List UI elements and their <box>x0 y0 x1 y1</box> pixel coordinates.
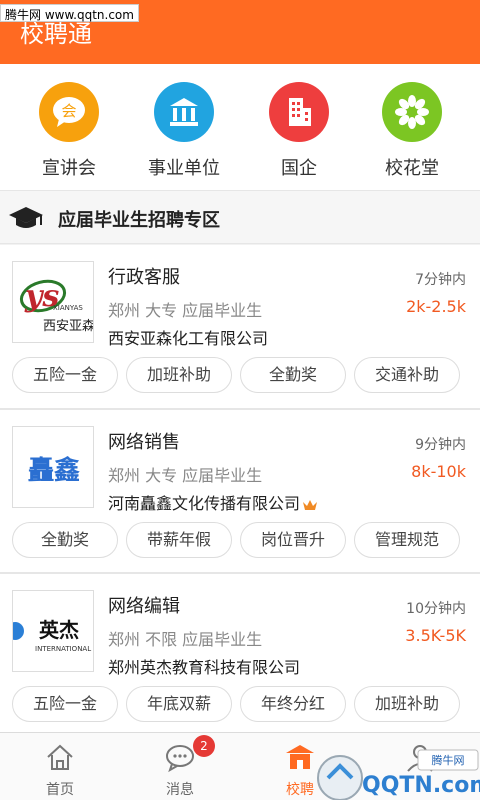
institution-icon <box>154 82 214 142</box>
watermark-bottom: QQTN.com 腾牛网 <box>317 749 480 800</box>
company-name: 河南矗鑫文化传播有限公司 <box>108 490 318 514</box>
section-title: 应届毕业生招聘专区 <box>58 210 220 231</box>
benefit-tags: 五险一金 年底双薪 年终分红 加班补助 <box>12 686 472 722</box>
job-title: 网络销售 <box>108 432 180 453</box>
quick-label: 宣讲会 <box>42 158 96 179</box>
chat-icon <box>166 745 194 773</box>
post-time: 10分钟内 <box>406 601 466 617</box>
job-requirements: 郑州 大专 应届毕业生 <box>108 466 263 485</box>
job-title: 网络编辑 <box>108 596 180 617</box>
benefit-tag[interactable]: 岗位晋升 <box>240 522 346 558</box>
benefit-tag[interactable]: 加班补助 <box>354 686 460 722</box>
benefit-tag[interactable]: 交通补助 <box>354 357 460 393</box>
graduation-cap-icon <box>9 207 43 228</box>
job-requirements: 郑州 大专 应届毕业生 <box>108 301 263 320</box>
watermark-brand: 腾牛网 <box>432 753 465 767</box>
home-icon <box>47 744 73 770</box>
flower-icon <box>382 82 442 142</box>
logo-text: 西安亚森 <box>43 319 94 334</box>
company-logo: ys XIANYAS 西安亚森 <box>12 261 94 343</box>
benefit-tag[interactable]: 五险一金 <box>12 357 118 393</box>
section-header: 应届毕业生招聘专区 <box>0 190 480 244</box>
tab-label: 首页 <box>46 782 74 798</box>
quick-entry-soe[interactable]: 国企 <box>239 82 359 180</box>
tab-label: 消息 <box>166 782 194 798</box>
quick-char: 会 <box>61 102 76 120</box>
salary: 3.5K-5K <box>405 626 466 645</box>
benefit-tag[interactable]: 年底双薪 <box>126 686 232 722</box>
benefit-tag[interactable]: 加班补助 <box>126 357 232 393</box>
speech-bubble-icon: 会 <box>39 82 99 142</box>
logo-text: 矗鑫 <box>28 455 80 486</box>
logo-sub: XIANYAS <box>53 304 83 312</box>
logo-text: 英杰 <box>39 618 79 642</box>
quick-entry-seminar[interactable]: 会 宣讲会 <box>9 82 129 180</box>
job-card[interactable]: 英杰 INTERNATIONAL 网络编辑 10分钟内 郑州 不限 应届毕业生 … <box>0 573 480 737</box>
salary: 2k-2.5k <box>406 297 466 316</box>
post-time: 9分钟内 <box>415 437 466 453</box>
post-time: 7分钟内 <box>415 272 466 288</box>
benefit-tag[interactable]: 管理规范 <box>354 522 460 558</box>
benefit-tag[interactable]: 全勤奖 <box>240 357 346 393</box>
company-name: 郑州英杰教育科技有限公司 <box>108 658 301 677</box>
quick-label: 国企 <box>281 158 317 179</box>
quick-label: 校花堂 <box>385 158 439 179</box>
company-name: 西安亚森化工有限公司 <box>108 329 269 348</box>
benefit-tags: 全勤奖 带薪年假 岗位晋升 管理规范 <box>12 522 472 558</box>
watermark-top: 腾牛网 www.qqtn.com <box>0 4 139 22</box>
tab-home[interactable]: 首页 <box>0 733 120 800</box>
quick-label: 事业单位 <box>148 158 220 179</box>
benefit-tag[interactable]: 五险一金 <box>12 686 118 722</box>
salary: 8k-10k <box>411 462 466 481</box>
unread-badge: 2 <box>193 735 215 757</box>
benefit-tag[interactable]: 带薪年假 <box>126 522 232 558</box>
quick-entry-institution[interactable]: 事业单位 <box>124 82 244 180</box>
benefit-tags: 五险一金 加班补助 全勤奖 交通补助 <box>12 357 472 393</box>
vip-crown-icon <box>303 499 318 510</box>
quick-entries: 会 宣讲会 事业单位 国企 校花堂 <box>0 64 480 190</box>
benefit-tag[interactable]: 全勤奖 <box>12 522 118 558</box>
company-logo: 矗鑫 <box>12 426 94 508</box>
quick-entry-campus-flower[interactable]: 校花堂 <box>352 82 472 180</box>
watermark-site: QQTN.com <box>362 773 480 798</box>
job-title: 行政客服 <box>108 267 180 288</box>
logo-sub: INTERNATIONAL <box>35 645 91 653</box>
job-card[interactable]: 矗鑫 网络销售 9分钟内 郑州 大专 应届毕业生 8k-10k 河南矗鑫文化传播… <box>0 409 480 573</box>
company-logo: 英杰 INTERNATIONAL <box>12 590 94 672</box>
benefit-tag[interactable]: 年终分红 <box>240 686 346 722</box>
job-card[interactable]: ys XIANYAS 西安亚森 行政客服 7分钟内 郑州 大专 应届毕业生 2k… <box>0 245 480 409</box>
building-icon <box>269 82 329 142</box>
job-list: ys XIANYAS 西安亚森 行政客服 7分钟内 郑州 大专 应届毕业生 2k… <box>0 245 480 737</box>
tab-messages[interactable]: 消息 2 <box>120 733 240 800</box>
job-requirements: 郑州 不限 应届毕业生 <box>108 630 263 649</box>
